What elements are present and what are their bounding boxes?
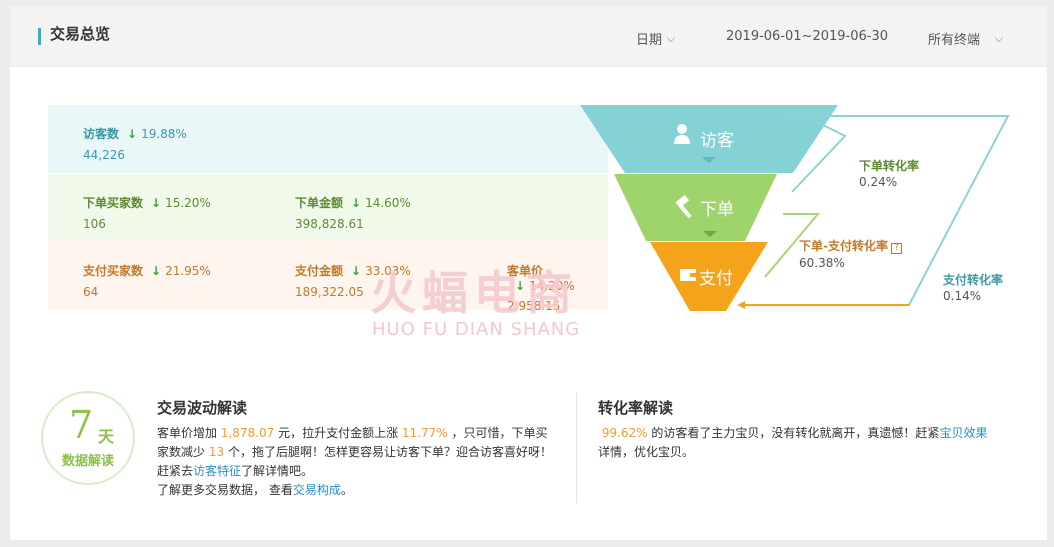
conv-order-pay-label: 下单-支付转化率?	[799, 237, 902, 254]
badge-text: 数据解读	[61, 454, 114, 469]
trade-composition-link[interactable]: 交易构成	[293, 483, 341, 497]
visitor-features-link[interactable]: 访客特征	[193, 464, 241, 478]
terminal-dropdown-label: 所有终端	[928, 33, 981, 48]
wave-text: 元，拉升支付金额上涨	[278, 426, 399, 440]
item-effect-link[interactable]: 宝贝效果	[939, 426, 987, 440]
arrowhead-icon	[737, 301, 745, 309]
wave-text: 。	[340, 483, 353, 497]
wave-highlight: 1,878.07	[220, 426, 275, 440]
page-title: 交易总览	[50, 25, 111, 43]
conversion-funnel: 访客 下单 支付	[580, 105, 1010, 311]
section-divider	[576, 393, 577, 503]
conv-order-pay-label-text: 下单-支付转化率	[799, 239, 888, 253]
conv-text: 的访客看了主力宝贝，没有转化就离开，真遗憾！赶紧	[651, 426, 940, 440]
wallet-icon	[680, 269, 696, 281]
conv-order-label: 下单转化率	[859, 159, 920, 173]
wave-highlight: 11.77%	[401, 426, 448, 440]
conv-order-value: 0.24%	[859, 175, 898, 189]
wave-paragraph: 客单价增加 1,878.07 元，拉升支付金额上涨 11.77% ，只可惜，下单…	[157, 424, 557, 500]
wave-text: 客单价增加	[157, 426, 218, 440]
wave-text: 家数减少	[157, 445, 206, 459]
wave-text: 了解详情吧。	[241, 464, 314, 478]
funnel-label-pay: 支付	[699, 269, 733, 289]
wave-text: 个，拖了后腿啊！怎样更容易让访客下单？迎合访客喜好呀！	[227, 445, 552, 459]
date-dropdown[interactable]: 日期	[636, 29, 676, 48]
wave-text: ，只可惜，下单买	[451, 426, 548, 440]
badge-number: 7	[69, 403, 94, 447]
conv-pay-value: 0.14%	[943, 289, 982, 303]
header-bar: 交易总览 日期 2019-06-01~2019-06-30 所有终端	[10, 6, 1047, 66]
funnel-label-visitors: 访客	[700, 131, 734, 151]
terminal-dropdown[interactable]: 所有终端	[928, 29, 1004, 48]
conv-pay-label: 支付转化率	[943, 273, 1004, 287]
wave-text: 赶紧去	[157, 464, 194, 478]
wave-text: 了解更多交易数据， 查看	[157, 483, 293, 497]
chevron-down-icon	[994, 33, 1004, 43]
help-icon[interactable]: ?	[890, 243, 902, 254]
conv-text: 详情，优化宝贝。	[598, 445, 695, 459]
7-day-insight-badge: 7 天 数据解读	[41, 391, 135, 485]
wave-highlight: 13	[208, 445, 225, 459]
chevron-down-icon	[666, 33, 676, 43]
date-range[interactable]: 2019-06-01~2019-06-30	[726, 29, 888, 44]
conv-paragraph: 99.62% 的访客看了主力宝贝，没有转化就离开，真遗憾！赶紧宝贝效果 详情，优…	[598, 424, 1018, 462]
title-accent-bar	[38, 28, 41, 45]
conv-title: 转化率解读	[598, 399, 674, 417]
conv-highlight: 99.62%	[601, 426, 648, 440]
funnel-stage-order[interactable]	[614, 174, 777, 241]
wave-title: 交易波动解读	[157, 399, 248, 417]
date-dropdown-label: 日期	[636, 33, 663, 48]
trade-overview-panel: 访客数 ↓ 19.88% 44,226 下单买家数 ↓ 15.20% 106 下单金额 ↓…	[10, 67, 1047, 540]
funnel-label-order: 下单	[700, 200, 734, 220]
badge-unit: 天	[98, 427, 115, 446]
conv-order-pay-value: 60.38%	[799, 256, 845, 270]
